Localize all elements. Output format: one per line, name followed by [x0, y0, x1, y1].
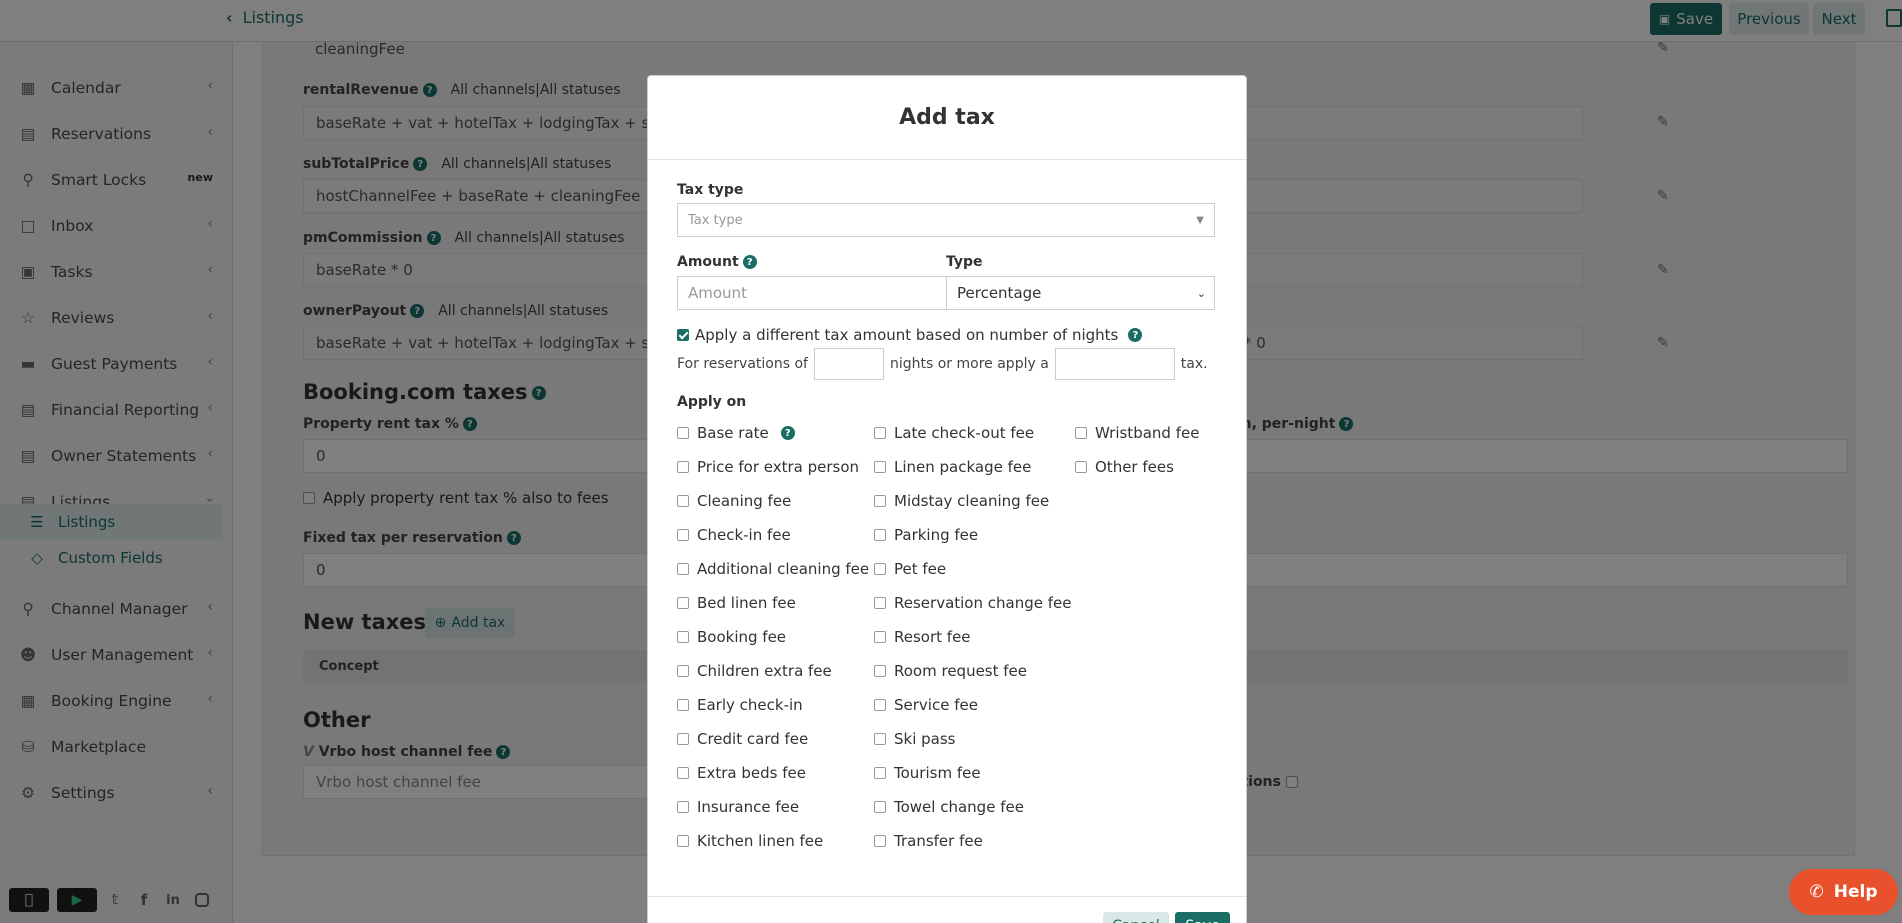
apply-on-option[interactable]: Cleaning fee — [677, 492, 791, 510]
apply-on-option[interactable]: Ski pass — [874, 730, 956, 748]
checkbox[interactable] — [677, 835, 689, 847]
apply-on-option[interactable]: Transfer fee — [874, 832, 983, 850]
checkbox[interactable] — [1075, 461, 1087, 473]
checkbox[interactable] — [677, 597, 689, 609]
apply-on-option[interactable]: Late check-out fee — [874, 424, 1034, 442]
type-label: Type — [946, 254, 983, 270]
alt-tax-input[interactable] — [1054, 348, 1175, 380]
checkbox[interactable] — [874, 801, 886, 813]
checkbox[interactable] — [874, 767, 886, 779]
phone-icon: ✆ — [1809, 882, 1824, 902]
apply-on-option[interactable]: Additional cleaning fee — [677, 560, 869, 578]
modal-save-button[interactable]: Save — [1175, 912, 1230, 923]
checkbox[interactable] — [677, 767, 689, 779]
checkbox[interactable] — [677, 529, 689, 541]
apply-on-option[interactable]: Towel change fee — [874, 798, 1024, 816]
checkbox[interactable] — [874, 665, 886, 677]
apply-on-option[interactable]: Resort fee — [874, 628, 971, 646]
checkbox[interactable] — [677, 563, 689, 575]
apply-on-option[interactable]: Extra beds fee — [677, 764, 806, 782]
apply-on-option[interactable]: Early check-in — [677, 696, 803, 714]
apply-on-option[interactable]: Room request fee — [874, 662, 1027, 680]
apply-on-option[interactable]: Children extra fee — [677, 662, 832, 680]
apply-on-label: Apply on — [677, 394, 747, 410]
apply-on-option[interactable]: Price for extra person — [677, 458, 859, 476]
checkbox[interactable] — [874, 427, 886, 439]
checkbox[interactable] — [874, 563, 886, 575]
help-icon: ? — [742, 255, 757, 269]
apply-on-option[interactable]: Credit card fee — [677, 730, 808, 748]
checkbox[interactable] — [874, 529, 886, 541]
checkbox[interactable] — [677, 801, 689, 813]
amount-input[interactable]: Amount — [677, 276, 947, 310]
reservations-row: For reservations of nights or more apply… — [677, 348, 1208, 380]
apply-on-option[interactable]: Booking fee — [677, 628, 786, 646]
apply-on-option[interactable]: Pet fee — [874, 560, 946, 578]
checkbox[interactable] — [874, 631, 886, 643]
help-icon: ? — [1128, 328, 1143, 342]
checkbox[interactable] — [677, 461, 689, 473]
cancel-button[interactable]: Cancel — [1103, 912, 1169, 923]
apply-on-option[interactable]: Midstay cleaning fee — [874, 492, 1049, 510]
type-select[interactable]: Percentage ⌄ — [946, 276, 1215, 310]
checkbox[interactable] — [677, 699, 689, 711]
checkbox[interactable] — [677, 495, 689, 507]
tax-type-label: Tax type — [677, 182, 744, 198]
apply-on-option[interactable]: Reservation change fee — [874, 594, 1071, 612]
tax-type-select[interactable]: Tax type ▼ — [677, 203, 1215, 237]
checkbox[interactable] — [677, 665, 689, 677]
apply-on-option[interactable]: Other fees — [1075, 458, 1174, 476]
apply-on-option[interactable]: Base rate? — [677, 424, 795, 442]
help-button[interactable]: ✆ Help — [1789, 869, 1898, 915]
checkbox-checked — [677, 329, 689, 341]
checkbox[interactable] — [1075, 427, 1087, 439]
apply-on-option[interactable]: Bed linen fee — [677, 594, 796, 612]
apply-on-option[interactable]: Kitchen linen fee — [677, 832, 823, 850]
checkbox[interactable] — [677, 427, 689, 439]
apply-on-option[interactable]: Tourism fee — [874, 764, 981, 782]
amount-label: Amount? — [677, 254, 757, 270]
apply-on-option[interactable]: Service fee — [874, 696, 978, 714]
chevron-down-icon: ⌄ — [1196, 286, 1206, 300]
checkbox[interactable] — [874, 733, 886, 745]
checkbox[interactable] — [677, 733, 689, 745]
checkbox[interactable] — [874, 461, 886, 473]
nights-input[interactable] — [813, 348, 884, 380]
modal-title: Add tax — [648, 76, 1246, 160]
checkbox[interactable] — [874, 699, 886, 711]
add-tax-modal: Add tax Tax type Tax type ▼ Amount? Amoun… — [647, 75, 1247, 923]
apply-on-option[interactable]: Check-in fee — [677, 526, 791, 544]
checkbox[interactable] — [874, 835, 886, 847]
checkbox[interactable] — [677, 631, 689, 643]
help-icon: ? — [780, 426, 795, 440]
apply-on-option[interactable]: Parking fee — [874, 526, 978, 544]
caret-down-icon: ▼ — [1196, 214, 1204, 226]
different-tax-checkbox[interactable]: Apply a different tax amount based on nu… — [677, 326, 1143, 344]
checkbox[interactable] — [874, 597, 886, 609]
checkbox[interactable] — [874, 495, 886, 507]
apply-on-option[interactable]: Linen package fee — [874, 458, 1031, 476]
apply-on-option[interactable]: Wristband fee — [1075, 424, 1199, 442]
apply-on-option[interactable]: Insurance fee — [677, 798, 799, 816]
